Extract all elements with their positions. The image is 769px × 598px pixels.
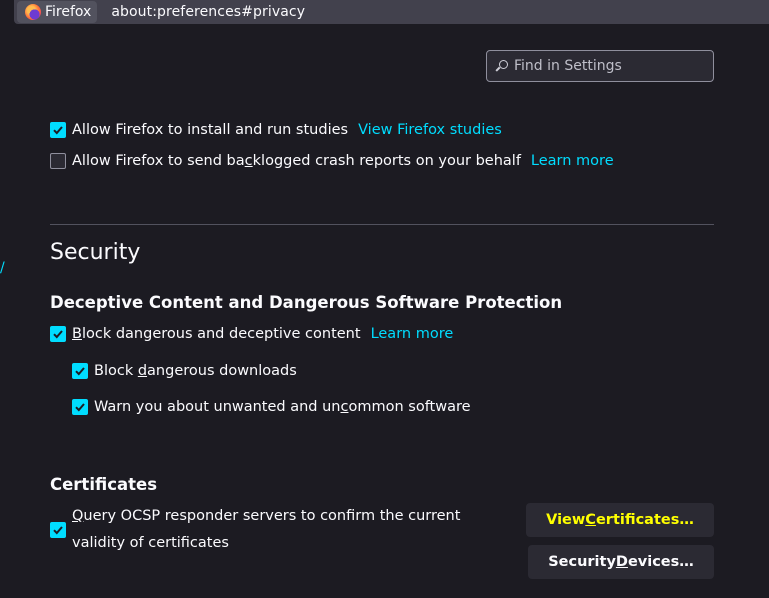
sidebar-edge-mark: /	[0, 260, 5, 276]
crash-reports-checkbox[interactable]	[50, 153, 66, 169]
security-title: Security	[50, 240, 141, 265]
ocsp-checkbox[interactable]	[50, 522, 66, 538]
studies-row: Allow Firefox to install and run studies…	[50, 122, 502, 138]
block-downloads-row: Block dangerous downloads	[72, 363, 297, 379]
url-bar[interactable]: Firefox about:preferences#privacy	[14, 0, 769, 24]
crash-reports-learn-more-link[interactable]: Learn more	[531, 153, 614, 169]
block-content-row: Block dangerous and deceptive content Le…	[50, 326, 453, 342]
certificates-heading: Certificates	[50, 475, 158, 494]
identity-label: Firefox	[45, 4, 92, 20]
block-downloads-checkbox[interactable]	[72, 363, 88, 379]
checkmark-icon	[75, 403, 85, 412]
view-studies-link[interactable]: View Firefox studies	[358, 122, 502, 138]
block-content-checkbox[interactable]	[50, 326, 66, 342]
checkmark-icon	[53, 126, 63, 135]
crash-reports-row: Allow Firefox to send backlogged crash r…	[50, 153, 614, 169]
browser-toolbar: Firefox about:preferences#privacy	[0, 0, 769, 28]
find-in-settings[interactable]	[486, 50, 714, 82]
checkmark-icon	[75, 367, 85, 376]
studies-checkbox[interactable]	[50, 122, 66, 138]
ocsp-row: Query OCSP responder servers to confirm …	[50, 503, 460, 557]
block-downloads-label[interactable]: Block dangerous downloads	[94, 363, 297, 379]
url-text[interactable]: about:preferences#privacy	[111, 4, 305, 20]
checkmark-icon	[53, 330, 63, 339]
identity-box[interactable]: Firefox	[17, 1, 98, 23]
block-content-label[interactable]: Block dangerous and deceptive content	[72, 326, 361, 342]
warn-unwanted-checkbox[interactable]	[72, 399, 88, 415]
studies-label[interactable]: Allow Firefox to install and run studies	[72, 122, 348, 138]
search-input[interactable]	[514, 58, 704, 74]
firefox-icon	[25, 4, 41, 20]
deceptive-content-heading: Deceptive Content and Dangerous Software…	[50, 293, 563, 312]
checkmark-icon	[53, 526, 63, 535]
security-devices-button[interactable]: Security Devices…	[528, 545, 714, 579]
view-certificates-button[interactable]: View Certificates…	[526, 503, 714, 537]
crash-reports-label[interactable]: Allow Firefox to send backlogged crash r…	[72, 153, 521, 169]
search-icon	[495, 59, 508, 73]
preferences-content: Allow Firefox to install and run studies…	[0, 28, 769, 598]
ocsp-label[interactable]: Query OCSP responder servers to confirm …	[72, 503, 460, 557]
warn-unwanted-row: Warn you about unwanted and uncommon sof…	[72, 399, 471, 415]
warn-unwanted-label[interactable]: Warn you about unwanted and uncommon sof…	[94, 399, 471, 415]
section-divider	[50, 224, 714, 225]
block-content-learn-more-link[interactable]: Learn more	[371, 326, 454, 342]
